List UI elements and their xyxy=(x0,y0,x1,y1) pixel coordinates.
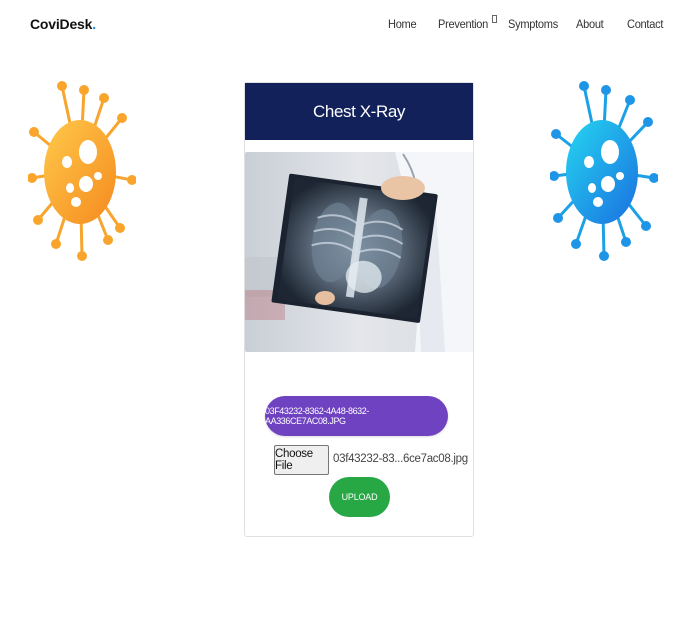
selected-file-button[interactable]: 03F43232-8362-4A48-8632-AA336CE7AC08.JPG xyxy=(265,396,448,436)
nav-prevention[interactable]: Prevention xyxy=(438,17,488,31)
upload-button[interactable]: UPLOAD xyxy=(329,477,390,517)
virus-icon xyxy=(28,81,136,261)
card-title: Chest X-Ray xyxy=(313,101,405,121)
card-header: Chest X-Ray xyxy=(245,83,473,140)
selected-file-label: 03F43232-8362-4A48-8632-AA336CE7AC08.JPG xyxy=(265,406,369,426)
choose-file-button[interactable]: Choose File xyxy=(274,445,329,475)
nav-symptoms[interactable]: Symptoms xyxy=(508,17,558,31)
xray-upload-card: Chest X-Ray 03F43232-8362-4A48-8632-AA33… xyxy=(244,82,474,537)
dropdown-icon[interactable] xyxy=(492,15,497,23)
xray-photo xyxy=(245,152,473,352)
chosen-file-name: 03f43232-83...6ce7ac08.jpg xyxy=(333,453,468,465)
nav-about[interactable]: About xyxy=(576,17,604,31)
virus-icon xyxy=(550,81,658,261)
file-input[interactable]: Choose File 03f43232-83...6ce7ac08.jpg xyxy=(274,445,468,477)
nav-contact[interactable]: Contact xyxy=(627,17,663,31)
main-nav: Home Prevention Symptoms About Contact xyxy=(0,15,700,35)
upload-label: UPLOAD xyxy=(341,492,378,502)
nav-home[interactable]: Home xyxy=(388,17,417,31)
